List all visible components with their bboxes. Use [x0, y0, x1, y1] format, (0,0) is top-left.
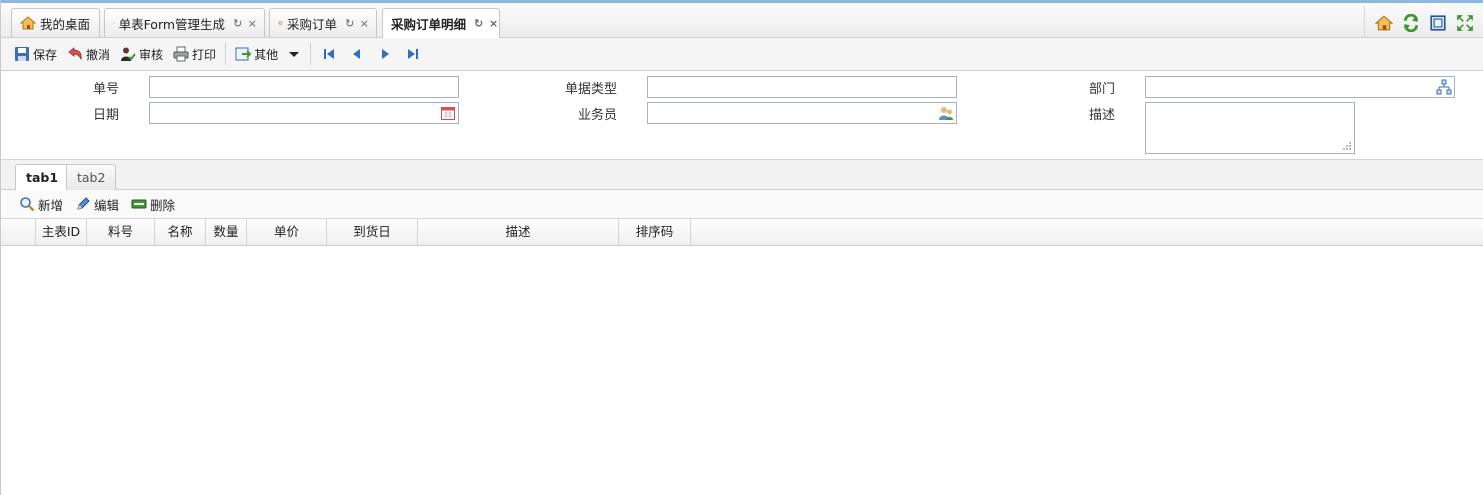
tab-refresh-close-controls[interactable]: ↻ × — [474, 17, 499, 30]
tab-tools — [1364, 6, 1483, 40]
print-button[interactable]: 打印 — [168, 42, 221, 66]
user-check-icon — [121, 47, 136, 61]
tab-label: 采购订单明细 — [391, 17, 467, 32]
column-header-arrival-date[interactable]: 到货日 — [327, 219, 418, 245]
tab-label: 我的桌面 — [40, 16, 91, 32]
column-header-quantity[interactable]: 数量 — [206, 219, 247, 245]
app-window: 我的桌面 单表Form管理生成 ↻ × 采购订单 ↻ × 采购订单明细 ↻ × — [0, 0, 1483, 495]
cancel-label: 撤消 — [86, 47, 111, 62]
tab-my-desktop[interactable]: 我的桌面 — [11, 8, 100, 37]
column-header-sort-code[interactable]: 排序码 — [619, 219, 691, 245]
last-page-icon — [408, 49, 419, 59]
grid-body[interactable] — [1, 246, 1483, 495]
home-icon — [20, 16, 36, 30]
column-header-description[interactable]: 描述 — [418, 219, 619, 245]
minus-bar-icon — [131, 199, 147, 209]
org-tree-icon[interactable] — [1436, 79, 1452, 95]
date-input[interactable] — [149, 102, 459, 124]
tab-label: 单表Form管理生成 — [118, 16, 226, 32]
previous-page-icon — [353, 49, 361, 59]
tab-tab2[interactable]: tab2 — [66, 164, 117, 190]
last-record-button[interactable] — [399, 47, 427, 61]
tab-purchase-order[interactable]: 采购订单 ↻ × — [269, 8, 377, 37]
doc-type-label: 单据类型 — [564, 82, 617, 97]
save-button[interactable]: 保存 — [9, 42, 62, 66]
undo-arrow-icon — [68, 47, 82, 61]
home-icon[interactable] — [1375, 14, 1394, 32]
refresh-icon[interactable] — [1402, 14, 1420, 32]
other-label: 其他 — [254, 47, 279, 62]
gear-flower-icon — [278, 21, 283, 25]
order-no-label: 单号 — [92, 82, 119, 97]
edit-label: 编辑 — [94, 197, 120, 213]
restore-window-icon[interactable] — [1429, 14, 1447, 32]
export-icon — [235, 47, 252, 61]
magnifier-icon — [20, 197, 35, 212]
toolbar-divider — [310, 43, 312, 65]
salesman-label: 业务员 — [577, 108, 617, 123]
column-header-master-id[interactable]: 主表ID — [36, 219, 87, 245]
printer-icon — [173, 46, 189, 62]
audit-label: 审核 — [139, 47, 164, 62]
tab-tab1[interactable]: tab1 — [15, 164, 70, 191]
add-row-button[interactable]: 新增 — [15, 195, 71, 214]
cancel-button[interactable]: 撤消 — [62, 42, 115, 66]
column-header-item-no[interactable]: 料号 — [87, 219, 155, 245]
first-record-button[interactable] — [315, 47, 343, 61]
order-no-input[interactable] — [149, 76, 459, 98]
toolbar-divider — [225, 43, 227, 65]
save-label: 保存 — [33, 47, 58, 62]
user-group-icon[interactable] — [938, 105, 954, 121]
tab-refresh-close-controls[interactable]: ↻ × — [233, 17, 258, 30]
department-input[interactable] — [1145, 76, 1455, 98]
page-tab-strip: 我的桌面 单表Form管理生成 ↻ × 采购订单 ↻ × 采购订单明细 ↻ × — [1, 0, 1483, 40]
fullscreen-icon[interactable] — [1456, 14, 1474, 32]
date-label: 日期 — [92, 108, 119, 123]
salesman-input[interactable] — [647, 102, 957, 124]
column-header-unit-price[interactable]: 单价 — [247, 219, 327, 245]
other-dropdown-button[interactable]: 其他 — [230, 42, 306, 66]
caret-down-icon — [289, 52, 300, 57]
grid-header: 主表ID 料号 名称 数量 单价 到货日 描述 排序码 — [1, 219, 1483, 246]
delete-row-button[interactable]: 删除 — [127, 195, 183, 214]
audit-button[interactable]: 审核 — [115, 42, 168, 66]
column-header-name[interactable]: 名称 — [155, 219, 206, 245]
next-page-icon — [382, 49, 390, 59]
doc-type-input[interactable] — [647, 76, 957, 98]
add-label: 新增 — [38, 197, 64, 213]
detail-tab-strip: tab1 tab2 — [1, 160, 1483, 191]
order-form: 单号 单据类型 部门 日期 业务员 描述 — [1, 71, 1483, 160]
resize-grip-icon[interactable] — [1342, 141, 1352, 151]
floppy-disk-icon — [15, 47, 29, 61]
flower-icon — [113, 22, 115, 24]
first-page-icon — [324, 49, 335, 59]
description-label: 描述 — [1088, 108, 1115, 123]
pencil-icon — [77, 197, 90, 210]
tab-form-generator[interactable]: 单表Form管理生成 ↻ × — [104, 8, 265, 37]
print-label: 打印 — [192, 47, 217, 62]
calendar-icon[interactable] — [440, 105, 456, 121]
description-textarea[interactable] — [1145, 102, 1355, 154]
main-toolbar: 保存 撤消 审核 打印 其他 — [1, 38, 1483, 71]
tab-label: 采购订单 — [287, 16, 338, 32]
previous-record-button[interactable] — [343, 47, 371, 61]
delete-label: 删除 — [150, 197, 176, 213]
edit-row-button[interactable]: 编辑 — [71, 195, 127, 214]
department-label: 部门 — [1088, 82, 1115, 97]
tab-purchase-order-detail[interactable]: 采购订单明细 ↻ × — [382, 8, 500, 38]
row-number-column — [11, 219, 36, 245]
next-record-button[interactable] — [371, 47, 399, 61]
grid-toolbar: 新增 编辑 删除 — [1, 190, 1483, 219]
tab-refresh-close-controls[interactable]: ↻ × — [345, 17, 370, 30]
